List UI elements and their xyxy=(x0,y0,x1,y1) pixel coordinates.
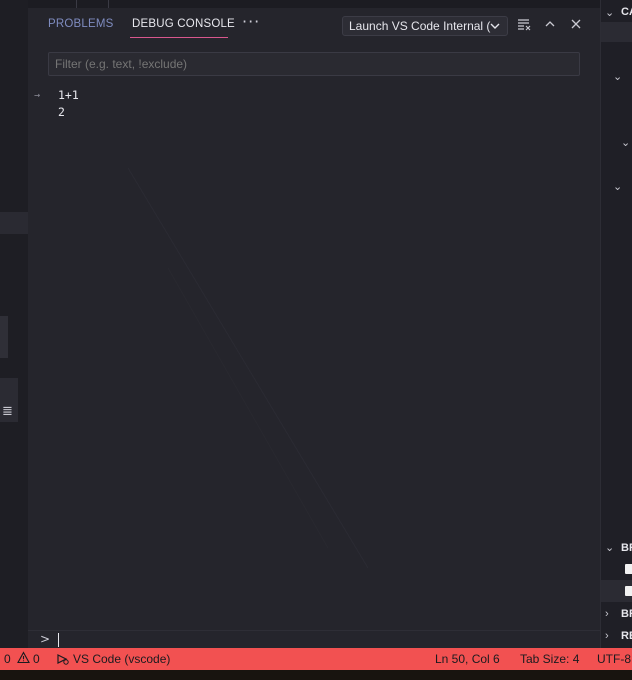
chevron-down-icon[interactable]: ⌄ xyxy=(621,136,630,149)
text-caret xyxy=(58,633,59,647)
section-callstack-header[interactable]: CA xyxy=(621,6,632,18)
close-icon[interactable] xyxy=(568,16,584,36)
sidebar-block xyxy=(0,316,8,358)
tab-debug-console[interactable]: DEBUG CONSOLE xyxy=(132,18,235,30)
chevron-right-icon[interactable]: › xyxy=(605,630,609,642)
breakpoint-checkbox[interactable] xyxy=(625,586,632,596)
debug-icon[interactable] xyxy=(56,652,70,669)
chevron-down-icon xyxy=(489,17,501,35)
errors-count[interactable]: 0 xyxy=(4,652,11,666)
chevron-down-icon[interactable]: ⌄ xyxy=(613,180,622,193)
clear-console-icon[interactable] xyxy=(516,16,532,36)
chevron-down-icon[interactable]: ⌄ xyxy=(605,541,614,554)
prompt-chevron-icon: > xyxy=(40,632,51,646)
tab-problems[interactable]: PROBLEMS xyxy=(48,18,114,30)
chevron-right-icon[interactable]: › xyxy=(605,608,609,620)
selected-row[interactable] xyxy=(601,22,632,42)
chevron-down-icon[interactable]: ⌄ xyxy=(605,6,614,19)
panel-header: PROBLEMS DEBUG CONSOLE ··· Launch VS Cod… xyxy=(28,8,600,42)
console-output-line: 2 xyxy=(58,105,65,119)
warnings-count[interactable]: 0 xyxy=(33,652,40,666)
launch-config-label: Launch VS Code Internal ( xyxy=(349,19,491,33)
filter-input[interactable] xyxy=(48,52,580,76)
sidebar-selected-row[interactable] xyxy=(0,212,28,234)
list-icon[interactable]: ≣ xyxy=(2,404,13,419)
console-input-row[interactable]: > xyxy=(28,630,600,649)
vscode-window: ≣ PROBLEMS DEBUG CONSOLE ··· Launch VS C… xyxy=(0,0,632,680)
warning-icon[interactable] xyxy=(17,651,30,667)
section-breakpoints-header[interactable]: BR xyxy=(621,542,632,554)
bottom-panel: PROBLEMS DEBUG CONSOLE ··· Launch VS Cod… xyxy=(28,8,600,648)
chevron-up-icon[interactable] xyxy=(542,16,558,36)
chevron-down-icon[interactable]: ⌄ xyxy=(613,70,622,83)
status-bar: 0 0 VS Code (vscode) Ln 50, Col 6 Tab Si… xyxy=(0,648,632,670)
cursor-position[interactable]: Ln 50, Col 6 xyxy=(435,652,500,666)
desktop-edge xyxy=(0,670,632,680)
divider xyxy=(108,0,109,8)
launch-config-select[interactable]: Launch VS Code Internal ( xyxy=(342,16,508,36)
tab-size[interactable]: Tab Size: 4 xyxy=(520,652,579,666)
section-header[interactable]: RE xyxy=(621,630,632,642)
divider xyxy=(76,0,77,8)
breakpoint-checkbox[interactable] xyxy=(625,564,632,574)
more-actions-icon[interactable]: ··· xyxy=(242,12,260,31)
debug-console-output: → 1+1 2 xyxy=(28,86,600,626)
active-tab-indicator xyxy=(130,37,228,38)
input-arrow-icon: → xyxy=(34,90,41,101)
section-header[interactable]: BR xyxy=(621,608,632,620)
debug-sidebar: ⌄ CA ⌄ ⌄ ⌄ ⌄ BR › BR › RE xyxy=(600,0,632,648)
encoding[interactable]: UTF-8 xyxy=(597,652,631,666)
sidebar-edge: ≣ xyxy=(0,0,29,648)
console-input-line: 1+1 xyxy=(58,88,79,102)
debug-target-label[interactable]: VS Code (vscode) xyxy=(73,652,170,666)
